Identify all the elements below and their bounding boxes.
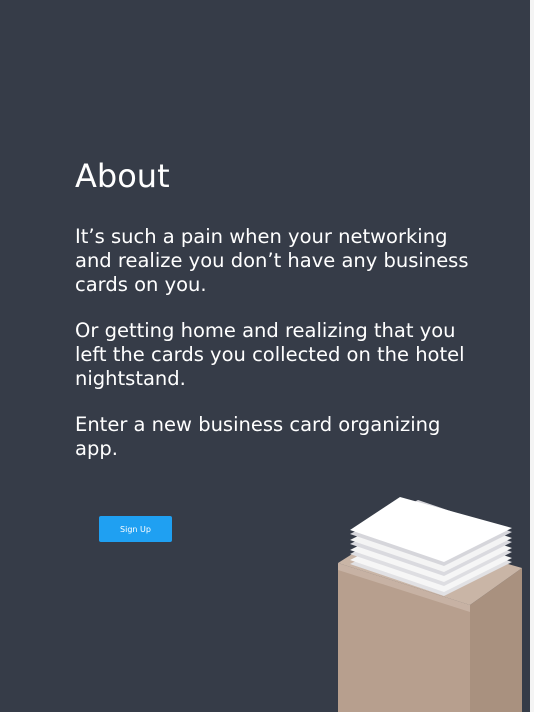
business-cards-illustration (338, 497, 522, 712)
about-paragraph-3: Enter a new business card organizing app… (75, 413, 441, 460)
about-page: About It’s such a pain when your network… (0, 0, 530, 712)
about-title: About (75, 157, 170, 195)
about-description: It’s such a pain when your networking an… (75, 225, 475, 483)
about-paragraph-2: Or getting home and realizing that you l… (75, 319, 465, 390)
about-paragraph-1: It’s such a pain when your networking an… (75, 225, 469, 296)
sign-up-button[interactable]: Sign Up (99, 516, 172, 542)
window-edge (530, 0, 534, 712)
